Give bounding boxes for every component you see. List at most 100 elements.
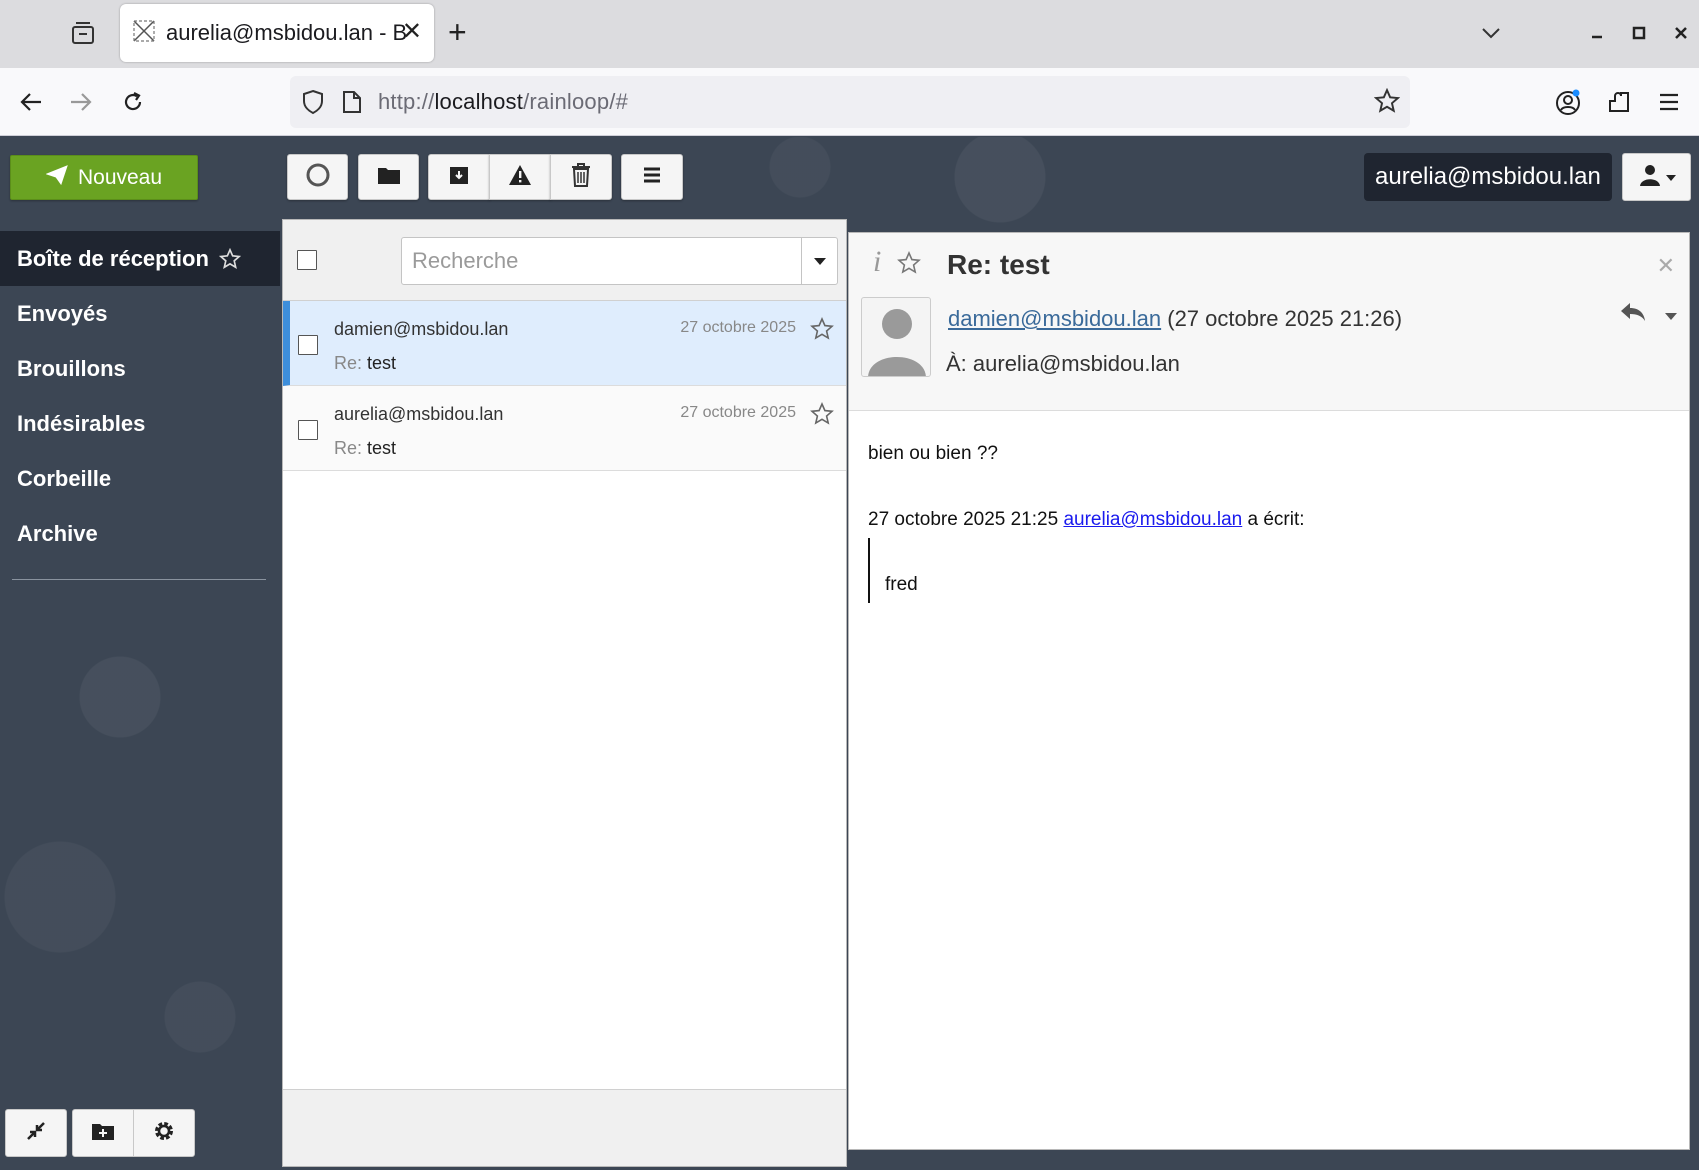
folder-inbox[interactable]: Boîte de réception xyxy=(0,231,280,286)
menu-icon[interactable] xyxy=(1651,84,1687,120)
bookmark-star-icon[interactable] xyxy=(1373,87,1401,119)
close-message-icon[interactable]: ✕ xyxy=(1657,253,1675,279)
message-from: damien@msbidou.lan xyxy=(334,319,509,339)
tab-list-chevron-icon[interactable] xyxy=(1476,18,1506,48)
search-box xyxy=(401,237,838,285)
folder-label: Brouillons xyxy=(17,355,126,381)
reply-icon[interactable] xyxy=(1619,301,1647,328)
message-from: aurelia@msbidou.lan xyxy=(334,404,504,424)
refresh-button[interactable] xyxy=(287,154,348,200)
tab-favicon-icon xyxy=(132,19,156,48)
user-menu-button[interactable] xyxy=(1622,153,1691,201)
page-icon[interactable] xyxy=(342,90,362,119)
star-icon[interactable] xyxy=(810,317,834,346)
star-icon[interactable] xyxy=(897,251,921,280)
archive-button[interactable] xyxy=(428,154,490,200)
collapse-button[interactable] xyxy=(5,1109,67,1157)
folder-label: Corbeille xyxy=(17,465,112,491)
star-icon[interactable] xyxy=(810,402,834,431)
sender-link[interactable]: damien@msbidou.lan xyxy=(948,306,1161,331)
folder-trash[interactable]: Corbeille xyxy=(0,451,280,506)
forward-icon[interactable] xyxy=(63,84,99,120)
gear-icon xyxy=(152,1119,176,1148)
extensions-icon[interactable] xyxy=(1601,84,1637,120)
tab-overview-icon[interactable] xyxy=(66,16,100,50)
search-options-button[interactable] xyxy=(801,238,837,284)
star-icon[interactable] xyxy=(218,247,241,270)
browser-tab-bar: aurelia@msbidou.lan - Boîte de réception… xyxy=(0,0,1699,68)
message-list-footer xyxy=(283,1089,846,1166)
folder-drafts[interactable]: Brouillons xyxy=(0,341,280,396)
sender-line: damien@msbidou.lan (27 octobre 2025 21:2… xyxy=(948,306,1403,331)
new-message-button[interactable]: Nouveau xyxy=(10,155,198,200)
reload-icon[interactable] xyxy=(115,84,151,120)
message-reading-pane: i Re: test ✕ damien@msbidou.lan (27 octo… xyxy=(848,232,1690,1150)
window-close-icon[interactable] xyxy=(1666,18,1696,48)
folder-archive[interactable]: Archive xyxy=(0,506,280,561)
account-icon[interactable] xyxy=(1550,84,1586,120)
settings-button[interactable] xyxy=(133,1109,195,1157)
delete-button[interactable] xyxy=(550,154,612,200)
add-folder-button[interactable] xyxy=(72,1109,134,1157)
user-icon xyxy=(1638,163,1662,192)
folder-plus-icon xyxy=(91,1121,115,1146)
folder-label: Boîte de réception xyxy=(17,245,209,271)
new-tab-icon[interactable]: + xyxy=(448,14,467,50)
hamburger-icon xyxy=(642,166,662,189)
shield-icon[interactable] xyxy=(302,89,324,120)
caret-down-icon xyxy=(1665,168,1676,186)
archive-icon xyxy=(448,164,470,191)
avatar xyxy=(861,297,931,377)
move-to-folder-button[interactable] xyxy=(358,154,419,200)
minimize-icon[interactable] xyxy=(1582,18,1612,48)
message-checkbox[interactable] xyxy=(298,335,318,355)
message-list-header xyxy=(283,220,846,301)
message-date: 27 octobre 2025 xyxy=(680,319,796,336)
refresh-icon xyxy=(305,162,331,193)
url-text: http://localhost/rainloop/# xyxy=(378,89,629,114)
folder-spam[interactable]: Indésirables xyxy=(0,396,280,451)
quoted-text: fred xyxy=(885,574,918,595)
tab-title: aurelia@msbidou.lan - Boîte de réception xyxy=(166,20,406,45)
warning-icon xyxy=(508,164,532,191)
spam-button[interactable] xyxy=(489,154,551,200)
mail-app: Nouveau aurelia@msbidou.lan Boîte de réc… xyxy=(0,137,1699,1170)
message-date: 27 octobre 2025 xyxy=(680,404,796,421)
folder-label: Archive xyxy=(17,520,98,546)
recipient-line: À: aurelia@msbidou.lan xyxy=(946,351,1180,376)
folder-label: Envoyés xyxy=(17,300,108,326)
url-bar[interactable]: http://localhost/rainloop/# xyxy=(290,76,1410,128)
new-message-label: Nouveau xyxy=(77,165,163,189)
select-all-checkbox[interactable] xyxy=(297,250,317,270)
message-body: bien ou bien ?? 27 octobre 2025 21:25 au… xyxy=(868,443,1305,603)
folder-icon xyxy=(377,165,401,190)
message-header: i Re: test ✕ damien@msbidou.lan (27 octo… xyxy=(849,233,1689,411)
folder-list: Boîte de réception Envoyés Brouillons In… xyxy=(0,231,280,561)
tab-close-icon[interactable]: ✕ xyxy=(402,19,422,45)
paper-plane-icon xyxy=(45,164,68,191)
back-icon[interactable] xyxy=(13,84,49,120)
active-tab[interactable]: aurelia@msbidou.lan - Boîte de réception… xyxy=(120,4,434,62)
message-row[interactable]: aurelia@msbidou.lan 27 octobre 2025 Re: … xyxy=(283,386,846,471)
message-checkbox[interactable] xyxy=(298,420,318,440)
message-list-panel: damien@msbidou.lan 27 octobre 2025 Re: t… xyxy=(282,219,847,1167)
folder-sent[interactable]: Envoyés xyxy=(0,286,280,341)
maximize-icon[interactable] xyxy=(1624,18,1654,48)
info-icon[interactable]: i xyxy=(873,245,881,279)
reply-options-caret-icon[interactable] xyxy=(1665,307,1677,325)
more-actions-button[interactable] xyxy=(621,154,683,200)
folder-label: Indésirables xyxy=(17,410,146,436)
body-text: bien ou bien ?? xyxy=(868,443,998,464)
account-name[interactable]: aurelia@msbidou.lan xyxy=(1364,153,1612,201)
message-subject: Re: test xyxy=(334,353,397,373)
trash-icon xyxy=(570,162,592,193)
blockquote: fred xyxy=(868,538,1305,603)
search-input[interactable] xyxy=(402,238,800,284)
message-subject-title: Re: test xyxy=(947,249,1050,280)
quoted-sender-link[interactable]: aurelia@msbidou.lan xyxy=(1063,509,1242,530)
message-subject: Re: test xyxy=(334,438,397,458)
quote-intro: 27 octobre 2025 21:25 aurelia@msbidou.la… xyxy=(868,509,1305,530)
browser-nav-bar: http://localhost/rainloop/# xyxy=(0,68,1699,136)
compress-icon xyxy=(26,1121,46,1146)
message-row[interactable]: damien@msbidou.lan 27 octobre 2025 Re: t… xyxy=(283,301,846,386)
